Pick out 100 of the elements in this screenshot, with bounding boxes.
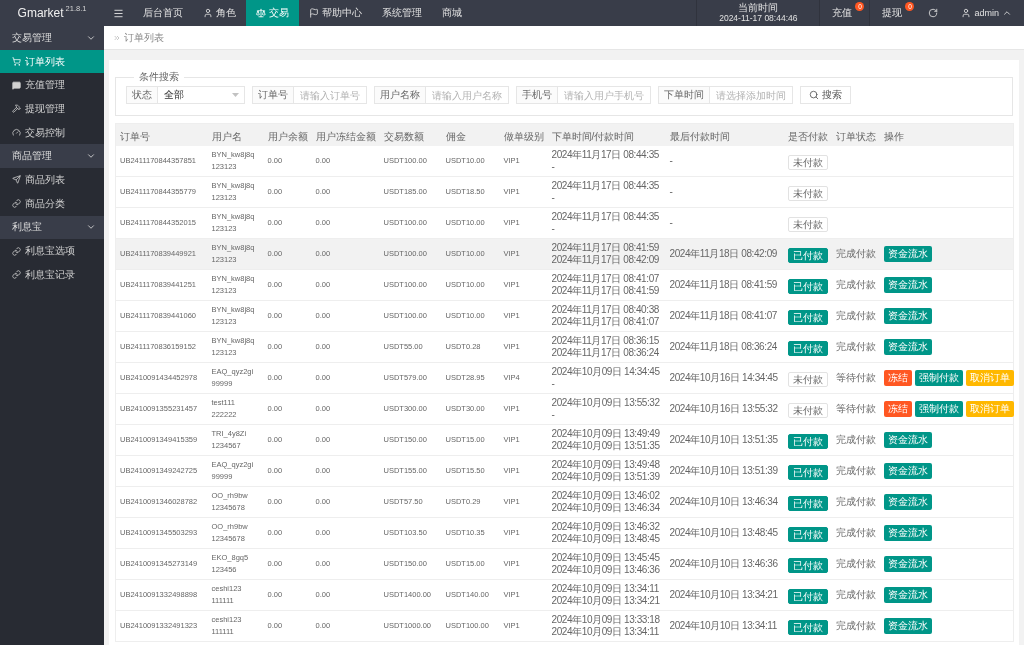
last-pay-time: 2024年11月18日 08:42:09 [669,248,777,260]
sidebar-group[interactable]: 交易管理 [0,26,104,50]
user-menu[interactable]: admin [947,0,1024,26]
action-button[interactable]: 资金流水 [883,556,932,572]
order-time: 2024年10月09日 13:45:45 [551,552,660,564]
nav-tab[interactable]: 角色 [193,0,246,26]
field-label: 状态 [126,86,157,104]
sidebar-item[interactable]: 商品分类 [0,191,104,216]
chevrons-right-icon [113,33,121,42]
column-header: 操作 [883,130,904,142]
sidebar-item[interactable]: 提现管理 [0,97,104,121]
payment-status-tag: 已付款 [787,341,828,356]
payment-status-tag: 已付款 [787,496,828,511]
action-button[interactable]: 资金流水 [883,463,932,479]
panel-legend: 条件搜索 [134,71,184,83]
order-time: 2024年10月09日 14:34:45 [551,366,660,378]
order-time: 2024年11月17日 08:44:35 [551,180,659,192]
nav-tab[interactable]: 系统管理 [372,0,432,26]
order-status: 完成付款 [835,310,876,322]
pay-time: 2024年11月17日 08:41:07 [551,316,659,328]
last-pay-time: 2024年10月16日 13:55:32 [669,403,778,415]
input-field[interactable]: 请输入用户名称 [425,86,509,104]
logo-text: Gmarket [17,6,64,20]
chevron-up-icon [1002,8,1012,18]
action-button[interactable]: 资金流水 [883,587,932,603]
sidebar-item[interactable]: 商品列表 [0,168,104,192]
order-status: 完成付款 [835,434,876,446]
pay-time: 2024年10月09日 13:48:45 [551,533,660,545]
nav-tab[interactable]: 帮助中心 [299,0,372,26]
refresh-icon [928,8,939,18]
order-status: 完成付款 [835,496,876,508]
order-status: 完成付款 [835,620,876,632]
column-header: 订单状态 [835,130,876,142]
order-status: 完成付款 [835,527,876,539]
last-pay-time: 2024年11月18日 08:41:07 [669,310,777,322]
field-label: 订单号 [252,86,293,104]
action-button[interactable]: 资金流水 [883,339,932,355]
payment-status-tag: 未付款 [787,186,828,201]
pay-time: 2024年10月09日 13:51:35 [551,440,660,452]
column-header: 佣金 [445,130,466,142]
breadcrumb-item: 订单列表 [124,30,164,45]
payment-status-tag: 未付款 [787,217,828,232]
action-button[interactable]: 资金流水 [883,308,932,324]
order-time: 2024年10月09日 13:55:32 [551,397,660,409]
last-pay-time: - [669,154,673,167]
order-time: 2024年11月17日 08:44:35 [551,148,659,161]
action-button[interactable]: 资金流水 [883,525,932,541]
order-time: 2024年11月17日 08:44:35 [551,211,659,223]
payment-status-tag: 已付款 [787,279,828,294]
order-status: 完成付款 [835,279,876,291]
action-button[interactable]: 资金流水 [883,432,932,448]
column-header: 用户余额 [267,130,308,142]
sidebar-item[interactable]: 充值管理 [0,73,104,98]
order-time: 2024年11月17日 08:40:38 [551,304,659,316]
nav-tab[interactable]: 商城 [432,0,472,26]
column-header: 下单时间/付款时间 [551,130,635,142]
column-header: 用户冻结金额 [315,130,376,142]
menu-icon [113,7,124,19]
action-button[interactable]: 强制付款 [914,401,963,417]
last-pay-time: 2024年10月10日 13:46:36 [669,558,778,570]
sidebar-group[interactable]: 利息宝 [0,215,104,240]
order-status: 等待付款 [835,372,876,384]
action-button[interactable]: 强制付款 [914,370,963,386]
flag-icon [309,8,319,18]
field-label: 下单时间 [658,86,709,104]
input-field[interactable]: 请输入用户手机号 [557,86,651,104]
input-field[interactable]: 请输入订单号 [293,86,367,104]
column-header: 最后付款时间 [669,130,730,142]
input-field[interactable]: 请选择添加时间 [709,86,793,104]
payment-status-tag: 已付款 [787,589,828,604]
nav-tab[interactable]: 交易 [246,0,299,26]
order-status: 完成付款 [835,248,876,260]
scale-icon [256,8,266,18]
user-icon [203,8,213,18]
last-pay-time: 2024年10月16日 14:34:45 [669,372,778,384]
action-button[interactable]: 资金流水 [883,618,932,634]
status-select[interactable]: 全部 [157,86,245,104]
payment-status-tag: 已付款 [787,620,828,635]
sidebar-item[interactable]: 订单列表 [0,49,104,74]
sidebar-item[interactable]: 交易控制 [0,120,104,145]
action-button[interactable]: 资金流水 [883,246,932,262]
pay-time: - [551,192,555,204]
pay-time: 2024年11月17日 08:36:24 [551,347,659,359]
column-header: 订单号 [120,130,150,142]
last-pay-time: 2024年11月18日 08:41:59 [669,279,777,291]
search-button[interactable]: 搜索 [800,86,851,104]
order-time: 2024年10月09日 13:49:48 [551,459,660,471]
sidebar-group[interactable]: 商品管理 [0,144,104,169]
clock-label: 当前时间 [738,2,779,13]
last-pay-time: 2024年11月18日 08:36:24 [669,341,777,353]
field-label: 手机号 [516,86,557,104]
last-pay-time: 2024年10月10日 13:51:39 [669,465,778,477]
sidebar-item[interactable]: 利息宝选项 [0,239,104,263]
order-status: 完成付款 [835,465,876,477]
payment-status-tag: 已付款 [787,558,828,573]
nav-tab[interactable]: 后台首页 [133,0,193,26]
sidebar-item[interactable]: 利息宝记录 [0,262,104,287]
action-button[interactable]: 资金流水 [883,494,932,510]
action-button[interactable]: 资金流水 [883,277,932,293]
payment-status-tag: 未付款 [787,372,828,387]
